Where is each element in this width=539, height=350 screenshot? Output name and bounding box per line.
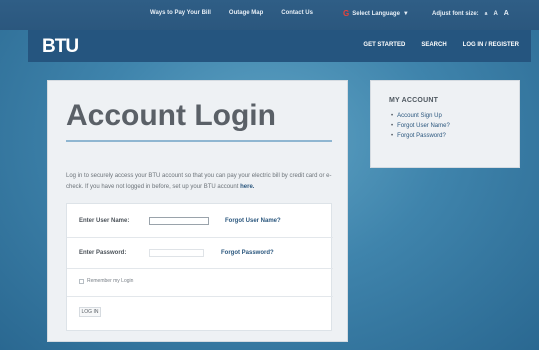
nav-login-register[interactable]: LOG IN / REGISTER <box>463 42 519 48</box>
sidebar-link-account-sign-up[interactable]: Account Sign Up <box>391 111 450 121</box>
language-selector[interactable]: G Select Language ▼ <box>343 9 409 18</box>
login-button[interactable]: LOG IN <box>79 307 101 317</box>
language-label: Select Language <box>352 10 400 17</box>
divider <box>67 268 333 269</box>
intro-text: Log in to securely access your BTU accou… <box>66 171 336 193</box>
remember-label: Remember my Login <box>87 278 134 284</box>
nav-search[interactable]: SEARCH <box>421 42 446 48</box>
remember-login[interactable]: Remember my Login <box>79 278 133 284</box>
font-size-small-button[interactable]: a <box>485 11 488 17</box>
font-size-medium-button[interactable]: A <box>493 11 497 17</box>
utility-bar: Ways to Pay Your Bill Outage Map Contact… <box>0 0 539 30</box>
main-nav: GET STARTED SEARCH LOG IN / REGISTER <box>363 42 519 48</box>
chevron-down-icon: ▼ <box>402 10 409 17</box>
page-title: Account Login <box>66 99 276 132</box>
password-field[interactable] <box>149 249 204 257</box>
utility-link-ways-to-pay[interactable]: Ways to Pay Your Bill <box>150 10 211 16</box>
btu-logo[interactable]: BTU <box>42 36 79 58</box>
username-label: Enter User Name: <box>79 218 130 224</box>
divider <box>67 237 333 238</box>
utility-link-contact-us[interactable]: Contact Us <box>281 10 313 16</box>
font-size-controls: Adjust font size: a A A <box>432 10 509 17</box>
intro-body: Log in to securely access your BTU accou… <box>66 173 332 190</box>
divider <box>67 296 333 297</box>
utility-nav: Ways to Pay Your Bill Outage Map Contact… <box>150 10 313 16</box>
password-label: Enter Password: <box>79 250 127 256</box>
sidebar-link-forgot-password[interactable]: Forgot Password? <box>391 131 450 141</box>
username-field[interactable] <box>149 217 209 225</box>
my-account-sidebar: MY ACCOUNT Account Sign Up Forgot User N… <box>370 80 520 168</box>
sidebar-links: Account Sign Up Forgot User Name? Forgot… <box>391 111 450 141</box>
font-size-large-button[interactable]: A <box>504 10 509 17</box>
font-size-label: Adjust font size: <box>432 10 479 17</box>
nav-get-started[interactable]: GET STARTED <box>363 42 405 48</box>
remember-checkbox[interactable] <box>79 278 84 284</box>
sidebar-link-forgot-username[interactable]: Forgot User Name? <box>391 121 450 131</box>
title-divider <box>66 140 332 142</box>
setup-account-link[interactable]: here. <box>240 184 254 190</box>
forgot-username-link[interactable]: Forgot User Name? <box>225 218 281 224</box>
forgot-password-link[interactable]: Forgot Password? <box>221 250 274 256</box>
sidebar-title: MY ACCOUNT <box>389 97 439 104</box>
login-card: Account Login Log in to securely access … <box>47 80 348 342</box>
google-g-icon: G <box>343 9 350 18</box>
site-header: BTU GET STARTED SEARCH LOG IN / REGISTER <box>28 30 531 62</box>
login-form: Enter User Name: Forgot User Name? Enter… <box>66 203 333 331</box>
utility-link-outage-map[interactable]: Outage Map <box>229 10 263 16</box>
